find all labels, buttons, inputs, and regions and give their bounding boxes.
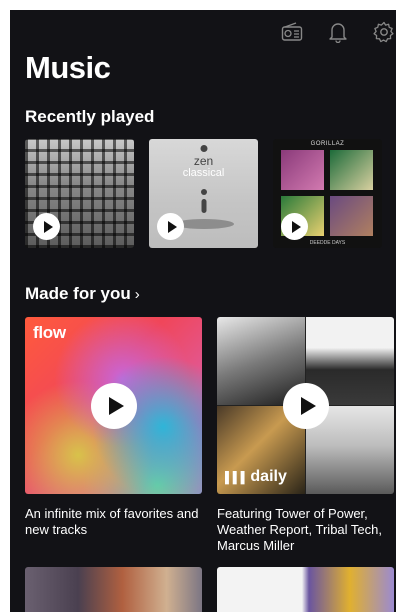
mix-card-flow[interactable]: flow An infinite mix of favorites and ne… xyxy=(25,317,202,554)
made-for-you-link[interactable]: Made for you › xyxy=(25,284,140,304)
music-screen: Music Recently played zen classical GORI… xyxy=(10,10,396,612)
play-button[interactable] xyxy=(33,213,60,240)
top-bar xyxy=(280,20,396,44)
classical-word: classical xyxy=(182,167,225,179)
daily-caption: Featuring Tower of Power, Weather Report… xyxy=(217,506,382,553)
play-button[interactable] xyxy=(90,382,137,429)
gorillaz-label: GORILLAZ xyxy=(310,141,345,147)
flow-cover[interactable]: flow xyxy=(25,317,202,494)
zen-cover-text: zen classical xyxy=(149,155,258,179)
daily-word: daily xyxy=(250,468,287,485)
cover-panel xyxy=(330,150,373,190)
water-drop xyxy=(200,145,207,152)
water-drop xyxy=(201,199,206,213)
play-button[interactable] xyxy=(281,213,308,240)
made-for-you-list: flow An infinite mix of favorites and ne… xyxy=(25,317,394,554)
play-button[interactable] xyxy=(282,382,329,429)
recently-played-heading: Recently played xyxy=(25,107,155,126)
play-button[interactable] xyxy=(157,213,184,240)
daily-label: ▌▌▌ daily xyxy=(225,468,287,486)
daily-cover[interactable]: ▌▌▌ daily xyxy=(217,317,394,494)
album-tile-zen-classical[interactable]: zen classical xyxy=(149,139,258,248)
cover-panel xyxy=(330,196,373,236)
chevron-right-icon: › xyxy=(134,286,140,303)
recently-played-list: zen classical GORILLAZ DEEDDE DAYS xyxy=(25,139,382,248)
equalizer-icon: ▌▌▌ xyxy=(225,472,249,484)
radio-icon[interactable] xyxy=(280,20,304,44)
mix-card-daily[interactable]: ▌▌▌ daily Featuring Tower of Power, Weath… xyxy=(217,317,394,554)
next-row-peek xyxy=(25,567,394,612)
page-title: Music xyxy=(25,50,111,85)
gear-icon[interactable] xyxy=(372,20,396,44)
album-tile-physical-graffiti[interactable] xyxy=(25,139,134,248)
album-tile-partial[interactable] xyxy=(217,567,394,612)
cover-panel xyxy=(281,150,324,190)
album-tile-demon-days[interactable]: GORILLAZ DEEDDE DAYS xyxy=(273,139,382,248)
album-tile-partial[interactable] xyxy=(25,567,202,612)
bell-icon[interactable] xyxy=(326,20,350,44)
flow-caption: An infinite mix of favorites and new tra… xyxy=(25,506,199,537)
demon-days-label: DEEDDE DAYS xyxy=(309,240,346,246)
made-for-you-heading: Made for you xyxy=(25,284,131,303)
flow-label: flow xyxy=(33,323,66,342)
zen-word: zen xyxy=(193,154,214,168)
water-drop xyxy=(200,189,207,195)
